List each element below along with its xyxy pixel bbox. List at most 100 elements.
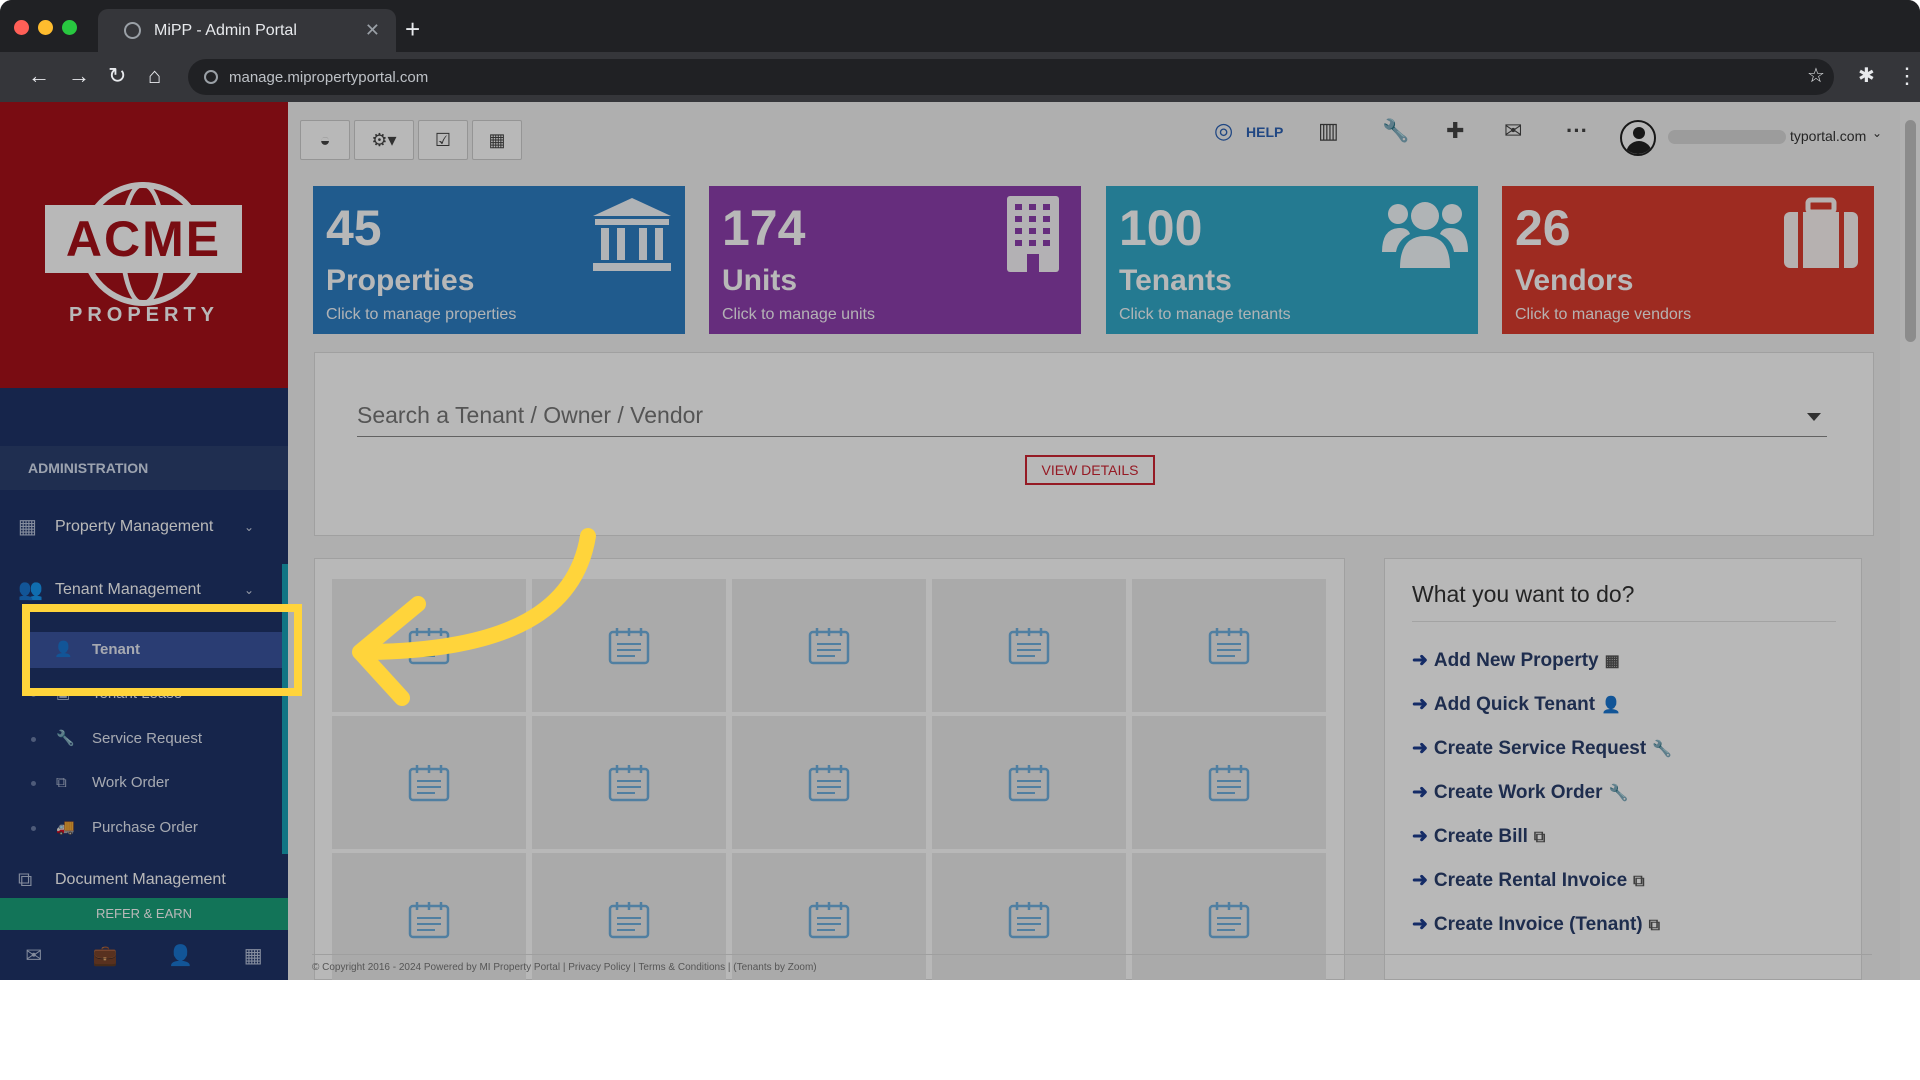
sidebar-item-property-management[interactable]: ▦ Property Management ⌄ xyxy=(0,512,288,542)
caret-down-icon[interactable] xyxy=(1807,413,1821,421)
dashboard-button[interactable]: ◒ xyxy=(300,120,350,160)
page-scrollbar[interactable] xyxy=(1900,102,1920,980)
refer-and-earn-button[interactable]: REFER & EARN xyxy=(0,898,288,930)
new-tab-button[interactable]: + xyxy=(405,14,420,45)
help-icon[interactable]: ◎ xyxy=(1214,118,1233,144)
bookmark-star-icon[interactable]: ☆ xyxy=(1807,64,1825,88)
notepad-icon xyxy=(1007,900,1051,940)
shortcut-tile[interactable] xyxy=(732,716,926,849)
plus-icon[interactable]: ✚ xyxy=(1446,118,1464,144)
card-units[interactable]: 174 Units Click to manage units xyxy=(709,186,1081,334)
help-link[interactable]: HELP xyxy=(1246,124,1283,140)
settings-dropdown-button[interactable]: ⚙▾ xyxy=(354,120,414,160)
card-properties[interactable]: 45 Properties Click to manage properties xyxy=(313,186,685,334)
sidebar-subitem-service-request[interactable]: 🔧 Service Request xyxy=(0,721,280,757)
calculator-button[interactable]: ▦ xyxy=(472,120,522,160)
action-add-quick-tenant[interactable]: ➜Add Quick Tenant👤 xyxy=(1412,691,1621,719)
browser-menu-icon[interactable]: ⋮ xyxy=(1896,64,1918,88)
arrow-right-icon: ➜ xyxy=(1412,914,1428,935)
card-count: 45 xyxy=(326,202,382,254)
view-details-button[interactable]: VIEW DETAILS xyxy=(1025,455,1155,485)
bullet-icon xyxy=(31,692,36,697)
bullet-icon xyxy=(31,737,36,742)
address-bar[interactable]: manage.mipropertyportal.com xyxy=(188,59,1834,95)
search-select[interactable]: Search a Tenant / Owner / Vendor xyxy=(357,395,1827,437)
chevron-down-icon[interactable]: ⌄ xyxy=(1872,126,1882,140)
reload-icon[interactable]: ↻ xyxy=(108,64,126,88)
shortcut-tile[interactable] xyxy=(732,579,926,712)
site-info-icon[interactable] xyxy=(204,70,218,84)
browser-window: MiPP - Admin Portal ✕ + ← → ↻ ⌂ manage.m… xyxy=(0,0,1920,980)
logo-area: ACME PROPERTY xyxy=(0,102,288,388)
tab-close-icon[interactable]: ✕ xyxy=(365,20,380,41)
close-window-button[interactable] xyxy=(14,20,29,35)
sidebar: ACME PROPERTY ADMINISTRATION ▦ Property … xyxy=(0,102,288,980)
sidebar-footer-icons: ✉ 💼 👤 ▦ xyxy=(0,930,288,980)
divider xyxy=(1412,621,1836,622)
copy-icon: ⧉ xyxy=(1534,829,1545,846)
shortcut-tile[interactable] xyxy=(932,716,1126,849)
calendar-button[interactable]: ☑ xyxy=(418,120,468,160)
maximize-window-button[interactable] xyxy=(62,20,77,35)
sidebar-subitem-purchase-order[interactable]: 🚚 Purchase Order xyxy=(0,810,280,846)
action-create-bill[interactable]: ➜Create Bill⧉ xyxy=(1412,823,1545,851)
user-icon[interactable]: 👤 xyxy=(168,943,193,968)
calculator-icon[interactable]: ▦ xyxy=(244,943,263,968)
user-email[interactable]: typortal.com xyxy=(1790,128,1866,144)
sidebar-subitem-tenant[interactable]: 👤 Tenant xyxy=(28,632,282,668)
notepad-icon xyxy=(807,900,851,940)
chart-icon[interactable]: ▥ xyxy=(1318,118,1339,144)
card-subtitle: Click to manage tenants xyxy=(1119,306,1291,324)
avatar[interactable] xyxy=(1620,120,1656,156)
scrollbar-thumb[interactable] xyxy=(1905,120,1916,342)
shortcut-tile[interactable] xyxy=(1132,716,1326,849)
notepad-icon xyxy=(607,626,651,666)
shortcut-tile[interactable] xyxy=(532,579,726,712)
arrow-right-icon: ➜ xyxy=(1412,782,1428,803)
card-subtitle: Click to manage properties xyxy=(326,306,516,324)
shortcut-tile[interactable] xyxy=(532,716,726,849)
card-vendors[interactable]: 26 Vendors Click to manage vendors xyxy=(1502,186,1874,334)
shortcut-tile[interactable] xyxy=(332,579,526,712)
action-create-service-request[interactable]: ➜Create Service Request🔧 xyxy=(1412,735,1672,763)
card-tenants[interactable]: 100 Tenants Click to manage tenants xyxy=(1106,186,1478,334)
card-count: 100 xyxy=(1119,202,1202,254)
card-subtitle: Click to manage units xyxy=(722,306,875,324)
shortcut-tile[interactable] xyxy=(1132,579,1326,712)
action-label: Create Invoice (Tenant) xyxy=(1434,914,1643,935)
home-icon[interactable]: ⌂ xyxy=(148,64,161,88)
wrench-icon: 🔧 xyxy=(1652,741,1672,758)
more-icon[interactable]: ··· xyxy=(1566,118,1588,144)
arrow-right-icon: ➜ xyxy=(1412,694,1428,715)
briefcase-icon[interactable]: 💼 xyxy=(93,943,118,968)
shortcut-tile[interactable] xyxy=(332,716,526,849)
sidebar-item-document-management[interactable]: ⧉ Document Management xyxy=(0,865,288,895)
action-create-invoice-tenant[interactable]: ➜ Create Invoice (Tenant) ⧉ xyxy=(1412,911,1660,939)
sidebar-subitem-label: Service Request xyxy=(92,721,202,757)
back-icon[interactable]: ← xyxy=(28,64,50,88)
bank-icon xyxy=(589,194,675,274)
card-title: Units xyxy=(722,264,797,298)
action-create-rental-invoice[interactable]: ➜Create Rental Invoice⧉ xyxy=(1412,867,1645,895)
minimize-window-button[interactable] xyxy=(38,20,53,35)
shortcut-tile[interactable] xyxy=(932,579,1126,712)
action-add-new-property[interactable]: ➜Add New Property▦ xyxy=(1412,647,1620,675)
submenu-indicator xyxy=(282,564,288,854)
card-title: Vendors xyxy=(1515,264,1633,298)
copy-icon: ⧉ xyxy=(1649,917,1660,934)
wrench-icon[interactable]: 🔧 xyxy=(1382,118,1409,144)
notepad-icon xyxy=(807,626,851,666)
card-count: 26 xyxy=(1515,202,1571,254)
shortcut-grid-panel xyxy=(314,558,1345,980)
forward-icon[interactable]: → xyxy=(68,64,90,88)
arrow-right-icon: ➜ xyxy=(1412,826,1428,847)
action-create-work-order[interactable]: ➜Create Work Order🔧 xyxy=(1412,779,1628,807)
browser-tab[interactable]: MiPP - Admin Portal ✕ xyxy=(98,9,396,52)
sidebar-item-tenant-management[interactable]: 👥 Tenant Management ⌄ xyxy=(0,575,288,605)
sidebar-subitem-work-order[interactable]: ⧉ Work Order xyxy=(0,765,280,801)
notepad-icon xyxy=(1007,763,1051,803)
sidebar-subitem-tenant-lease[interactable]: ▣ Tenant Lease xyxy=(0,676,280,712)
mail-icon[interactable]: ✉ xyxy=(25,943,42,968)
mail-icon[interactable]: ✉ xyxy=(1504,118,1522,144)
extensions-icon[interactable]: ✱ xyxy=(1858,64,1875,88)
